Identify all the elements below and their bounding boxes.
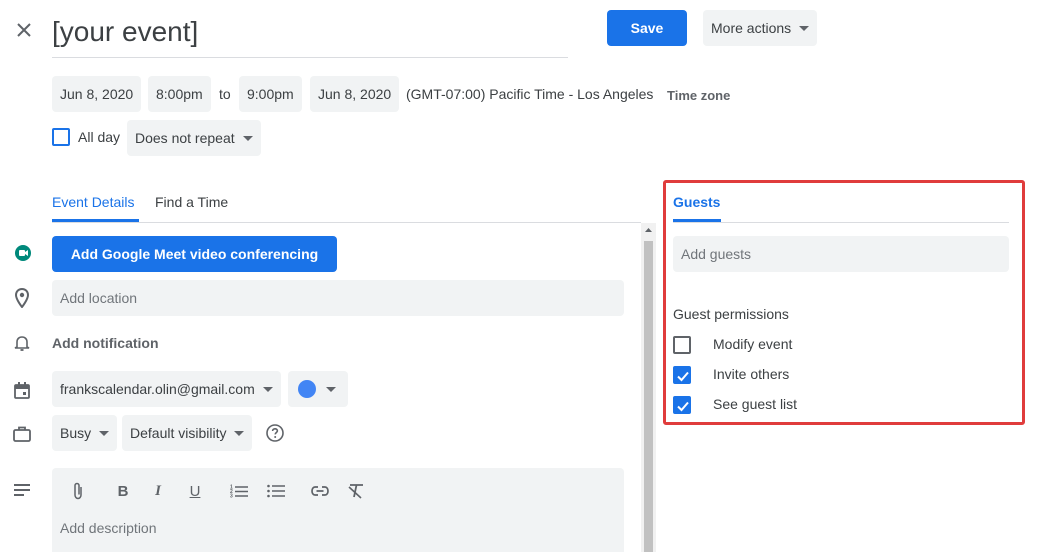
add-meet-label: Add Google Meet video conferencing bbox=[70, 246, 319, 262]
italic-icon[interactable]: I bbox=[148, 481, 168, 501]
to-label: to bbox=[219, 86, 231, 102]
end-date-field[interactable]: Jun 8, 2020 bbox=[310, 76, 400, 112]
link-icon[interactable] bbox=[310, 481, 330, 501]
timezone-button[interactable]: Time zone bbox=[667, 88, 730, 103]
tab-guests[interactable]: Guests bbox=[673, 194, 721, 222]
numbered-list-icon[interactable]: 123 bbox=[229, 481, 249, 501]
start-date-value: Jun 8, 2020 bbox=[60, 86, 134, 102]
end-date-value: Jun 8, 2020 bbox=[318, 86, 392, 102]
briefcase-icon bbox=[12, 424, 32, 444]
close-icon[interactable] bbox=[12, 18, 36, 42]
tabs-divider bbox=[52, 222, 641, 223]
clear-formatting-icon[interactable] bbox=[346, 481, 366, 501]
scrollbar-thumb[interactable] bbox=[644, 241, 653, 552]
visibility-dropdown[interactable]: Default visibility bbox=[122, 415, 253, 451]
timezone-display[interactable]: (GMT-07:00) Pacific Time - Los Angeles bbox=[406, 86, 653, 102]
start-time-value: 8:00pm bbox=[156, 86, 203, 102]
end-time-value: 9:00pm bbox=[247, 86, 294, 102]
modify-event-checkbox[interactable] bbox=[673, 336, 691, 354]
details-scrollbar[interactable] bbox=[641, 223, 656, 552]
availability-value: Busy bbox=[60, 425, 92, 441]
bold-icon[interactable]: B bbox=[113, 481, 133, 501]
description-placeholder: Add description bbox=[60, 520, 157, 536]
bulleted-list-icon[interactable] bbox=[266, 481, 286, 501]
chevron-down-icon bbox=[262, 386, 273, 392]
modify-event-label: Modify event bbox=[713, 336, 793, 352]
chevron-down-icon bbox=[234, 430, 245, 436]
event-title-input[interactable]: [your event] bbox=[52, 12, 568, 58]
add-guests-placeholder: Add guests bbox=[681, 246, 752, 262]
guests-divider bbox=[673, 222, 1009, 223]
description-editor[interactable] bbox=[52, 468, 624, 552]
availability-dropdown[interactable]: Busy bbox=[52, 415, 118, 451]
description-icon bbox=[12, 480, 32, 500]
scroll-up-icon[interactable] bbox=[641, 223, 656, 238]
checkmark-icon bbox=[677, 401, 689, 412]
tab-event-details-label: Event Details bbox=[52, 194, 135, 210]
see-guest-list-checkbox[interactable] bbox=[673, 396, 691, 414]
calendar-icon bbox=[12, 380, 32, 400]
chevron-down-icon bbox=[326, 386, 336, 392]
repeat-value: Does not repeat bbox=[135, 130, 235, 146]
calendar-dropdown[interactable]: frankscalendar.olin@gmail.com bbox=[52, 371, 281, 407]
see-guest-list-label: See guest list bbox=[713, 396, 798, 412]
event-color-swatch bbox=[298, 380, 316, 398]
chevron-down-icon bbox=[799, 25, 810, 31]
tab-guests-label: Guests bbox=[673, 194, 721, 210]
repeat-dropdown[interactable]: Does not repeat bbox=[127, 120, 261, 156]
tab-find-a-time[interactable]: Find a Time bbox=[155, 194, 228, 210]
start-time-field[interactable]: 8:00pm bbox=[148, 76, 211, 112]
help-icon[interactable] bbox=[265, 423, 285, 443]
end-time-field[interactable]: 9:00pm bbox=[239, 76, 302, 112]
start-date-field[interactable]: Jun 8, 2020 bbox=[52, 76, 142, 112]
event-color-dropdown[interactable] bbox=[288, 371, 348, 407]
save-button[interactable]: Save bbox=[607, 10, 687, 46]
add-guests-input[interactable]: Add guests bbox=[673, 236, 1009, 272]
svg-text:3: 3 bbox=[230, 494, 233, 499]
location-input[interactable]: Add location bbox=[52, 280, 624, 316]
chevron-down-icon bbox=[242, 135, 253, 141]
underline-icon[interactable]: U bbox=[185, 481, 205, 501]
visibility-value: Default visibility bbox=[130, 425, 227, 441]
guest-permissions-title: Guest permissions bbox=[673, 306, 789, 322]
add-meet-button[interactable]: Add Google Meet video conferencing bbox=[52, 236, 337, 272]
tab-event-details[interactable]: Event Details bbox=[52, 194, 139, 222]
all-day-checkbox[interactable] bbox=[52, 128, 70, 146]
event-title-text: [your event] bbox=[52, 16, 199, 47]
save-button-label: Save bbox=[630, 20, 664, 36]
attachment-icon[interactable] bbox=[68, 481, 88, 501]
location-pin-icon bbox=[12, 288, 32, 308]
location-placeholder: Add location bbox=[60, 290, 138, 306]
all-day-label: All day bbox=[78, 129, 121, 145]
checkmark-icon bbox=[677, 371, 689, 382]
more-actions-label: More actions bbox=[711, 20, 792, 36]
chevron-down-icon bbox=[99, 430, 110, 436]
bell-icon bbox=[12, 333, 32, 353]
more-actions-button[interactable]: More actions bbox=[703, 10, 817, 46]
google-meet-icon bbox=[13, 243, 33, 263]
invite-others-checkbox[interactable] bbox=[673, 366, 691, 384]
invite-others-label: Invite others bbox=[713, 366, 790, 382]
calendar-value: frankscalendar.olin@gmail.com bbox=[60, 381, 255, 397]
add-notification-button[interactable]: Add notification bbox=[52, 335, 159, 351]
